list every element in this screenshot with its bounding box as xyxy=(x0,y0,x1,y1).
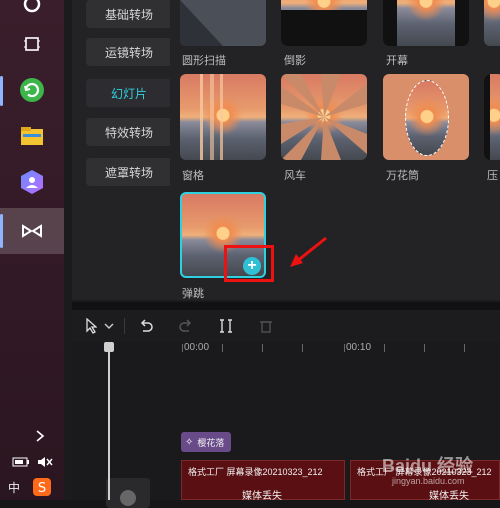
delete-icon[interactable] xyxy=(256,316,276,336)
annotation-highlight-box xyxy=(224,245,274,282)
ruler-tick xyxy=(424,344,425,352)
video-clip-1[interactable]: 格式工厂 屏幕录像20210323_212 媒体丢失 xyxy=(181,460,345,502)
toolbar-separator xyxy=(124,318,125,334)
transition-label: 风车 xyxy=(284,170,306,182)
panel-divider[interactable] xyxy=(72,302,500,310)
circle-icon[interactable] xyxy=(12,0,52,22)
transition-label: 倒影 xyxy=(284,55,306,67)
transition-thumb-kaleidoscope[interactable] xyxy=(383,74,469,160)
category-slideshow[interactable]: 幻灯片 xyxy=(86,79,172,107)
watermark: Baidu 经验 xyxy=(382,456,474,476)
transition-label: 窗格 xyxy=(182,170,204,182)
transition-thumb-windmill[interactable] xyxy=(281,74,367,160)
transition-label: 开幕 xyxy=(386,55,408,67)
ruler-time-1: 00:10 xyxy=(346,342,372,353)
ime-indicator[interactable]: 中 xyxy=(8,479,20,496)
clip-title: 格式工厂 屏幕录像20210323_212 xyxy=(188,467,323,477)
annotation-arrow xyxy=(290,236,327,267)
category-mask[interactable]: 遮罩转场 xyxy=(86,158,172,186)
film-strip-icon[interactable] xyxy=(12,26,52,62)
file-explorer-icon[interactable] xyxy=(12,118,52,154)
transition-label: 万花筒 xyxy=(386,170,419,182)
category-camera[interactable]: 运镜转场 xyxy=(86,38,172,66)
transition-thumb-opening[interactable] xyxy=(383,0,469,46)
ruler-tick xyxy=(302,344,303,352)
pointer-tool-icon[interactable] xyxy=(80,316,102,336)
effect-clip[interactable]: ✧ 樱花落 xyxy=(181,432,231,452)
active-app-indicator xyxy=(0,76,3,106)
ruler-tick xyxy=(222,344,223,352)
redo-icon[interactable] xyxy=(176,316,196,336)
svg-text:S: S xyxy=(38,481,46,496)
track-control-button[interactable] xyxy=(106,478,150,508)
transition-thumb-compress[interactable] xyxy=(484,74,500,160)
transition-label: 弹跳 xyxy=(182,288,204,300)
ruler-tick xyxy=(344,344,345,352)
ruler-time-0: 00:00 xyxy=(184,342,210,353)
transition-label: 压 xyxy=(487,170,498,182)
speaker-muted-icon[interactable] xyxy=(34,444,56,480)
ruler-tick xyxy=(384,344,385,352)
timeline-toolbar xyxy=(72,310,500,343)
transition-thumb-pane[interactable] xyxy=(180,74,266,160)
category-effect[interactable]: 特效转场 xyxy=(86,118,172,146)
category-basic[interactable]: 基础转场 xyxy=(86,0,172,28)
undo-icon[interactable] xyxy=(136,316,156,336)
playhead[interactable] xyxy=(104,342,114,500)
capcut-icon[interactable] xyxy=(12,213,52,249)
watermark-url: jingyan.baidu.com xyxy=(392,476,465,486)
ruler-tick xyxy=(262,344,263,352)
transition-thumb-reflection[interactable] xyxy=(281,0,367,46)
ruler-tick xyxy=(464,344,465,352)
refresh-app-icon[interactable] xyxy=(12,72,52,108)
battery-icon[interactable] xyxy=(10,444,32,480)
ruler-tick xyxy=(182,344,183,352)
transition-thumb-circle-scan[interactable] xyxy=(180,0,266,46)
effect-clip-label: 樱花落 xyxy=(197,437,225,448)
photos-icon[interactable] xyxy=(12,164,52,200)
transition-thumb-partial[interactable] xyxy=(484,0,500,46)
capcut-active-indicator xyxy=(0,214,3,248)
taskbar: 中 S xyxy=(0,0,64,500)
transition-label: 圆形扫描 xyxy=(182,55,226,67)
chevron-down-icon[interactable] xyxy=(102,316,116,336)
split-icon[interactable] xyxy=(216,316,236,336)
sparkle-icon: ✧ xyxy=(185,436,194,448)
sogou-icon[interactable]: S xyxy=(30,476,54,498)
